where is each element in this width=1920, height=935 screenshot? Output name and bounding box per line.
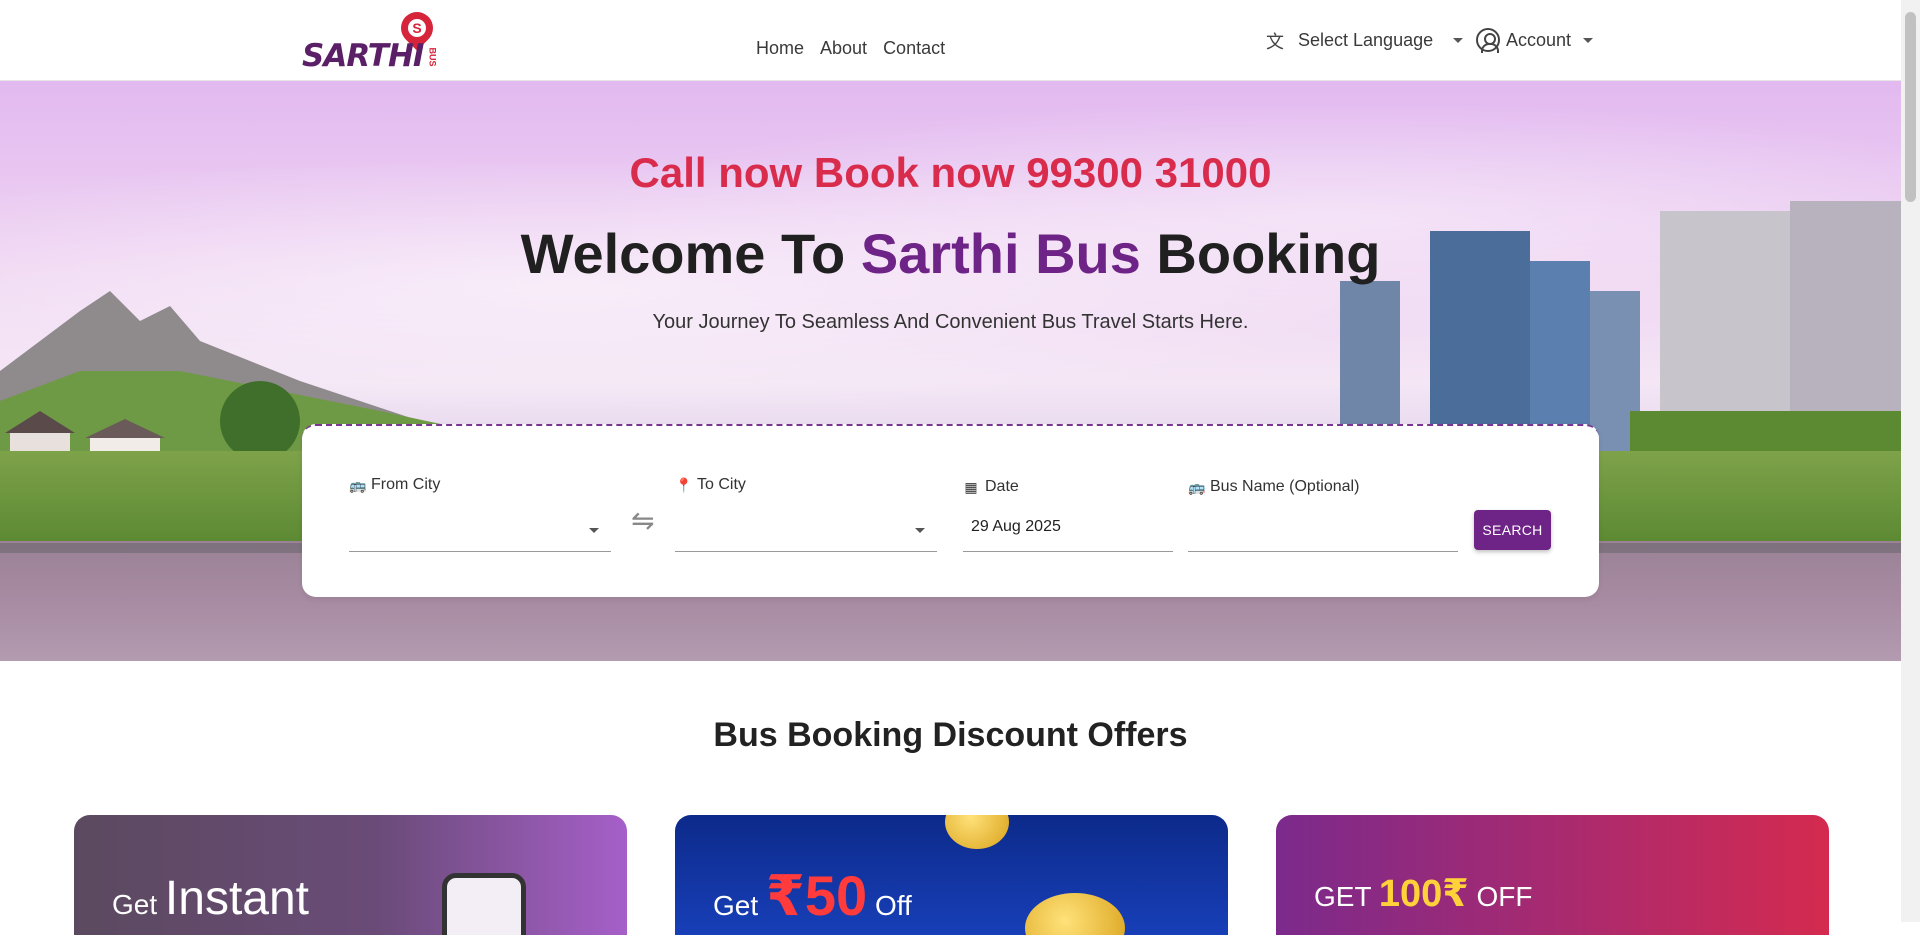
offer-amount: 100₹ [1378, 873, 1469, 915]
date-value: 29 Aug 2025 [971, 518, 1061, 535]
logo-sub: BUS [427, 47, 438, 67]
field-underline [963, 551, 1173, 552]
date-label: Date [985, 478, 1019, 495]
sarthi-bus-logo[interactable]: S SARTHI BUS [302, 5, 440, 74]
title-accent: Sarthi Bus [860, 222, 1141, 285]
date-label-row: ▦ Date [963, 478, 1173, 496]
site-header: S SARTHI BUS Home About Contact 文 Select… [0, 0, 1901, 81]
language-selector[interactable]: 文 Select Language [1266, 28, 1464, 52]
offer-post: Off [874, 890, 912, 921]
offer-main: Instant [164, 872, 310, 925]
coin-icon [945, 815, 1009, 849]
bus-name-label: Bus Name (Optional) [1210, 478, 1360, 495]
page-scrollbar[interactable] [1901, 0, 1920, 922]
search-button[interactable]: SEARCH [1474, 510, 1551, 550]
calendar-icon: ▦ [964, 478, 978, 495]
bus-icon: 🚌 [349, 476, 367, 493]
bus-name-input[interactable]: 🚌 Bus Name (Optional) [1188, 478, 1458, 552]
offer-card-instant[interactable]: Get Instant [74, 815, 627, 935]
offer-text: Get ₹50 Off [713, 863, 912, 929]
nav-home[interactable]: Home [756, 38, 804, 59]
to-city-label: To City [697, 476, 746, 493]
field-underline [675, 551, 937, 552]
user-circle-icon [1476, 28, 1500, 53]
nav-about[interactable]: About [820, 38, 867, 59]
translate-icon: 文 [1266, 32, 1284, 52]
hero-tagline: Your Journey To Seamless And Convenient … [652, 311, 1249, 333]
location-pin-icon: 📍 [675, 476, 693, 493]
to-city-select[interactable]: 📍 To City [675, 476, 937, 552]
date-input[interactable]: ▦ Date 29 Aug 2025 [963, 478, 1173, 552]
account-menu[interactable]: Account [1476, 28, 1594, 53]
field-underline [349, 551, 611, 552]
bus-icon: 🚌 [1188, 478, 1206, 495]
phone-illustration [442, 873, 526, 935]
to-city-label-row: 📍 To City [675, 476, 937, 494]
chevron-down-icon [1583, 37, 1594, 43]
nav-contact[interactable]: Contact [883, 38, 945, 59]
offer-pre: Get [112, 889, 158, 920]
page-title: Welcome To Sarthi Bus Booking [0, 221, 1901, 286]
offer-post: OFF [1476, 881, 1533, 912]
from-city-label-row: 🚌 From City [349, 476, 611, 494]
language-label: Select Language [1298, 29, 1434, 50]
offer-amount: ₹50 [765, 864, 868, 927]
swap-cities-icon[interactable]: ⇋ [631, 504, 654, 537]
chevron-down-icon [589, 528, 599, 533]
search-card: 🚌 From City ⇋ 📍 To City ▦ Date 29 Aug 20… [302, 424, 1599, 597]
call-now-banner: Call now Book now 99300 31000 [629, 149, 1272, 196]
field-underline [1188, 551, 1458, 552]
from-city-label: From City [371, 476, 441, 493]
offer-pre: Get [713, 890, 759, 921]
scrollbar-thumb[interactable] [1905, 12, 1916, 202]
main-nav: Home About Contact [756, 38, 945, 59]
chevron-down-icon [915, 528, 925, 533]
logo-wordmark: SARTHI [302, 38, 424, 74]
bus-name-label-row: 🚌 Bus Name (Optional) [1188, 478, 1458, 496]
offers-title: Bus Booking Discount Offers [713, 716, 1188, 754]
title-post: Booking [1140, 222, 1381, 285]
account-label: Account [1506, 29, 1572, 50]
offer-pre: GET [1314, 881, 1372, 912]
coin-icon [1025, 893, 1125, 935]
from-city-select[interactable]: 🚌 From City [349, 476, 611, 552]
offer-text: GET 100₹ OFF [1314, 871, 1532, 916]
chevron-down-icon [1453, 37, 1464, 43]
title-pre: Welcome To [520, 222, 861, 285]
offer-card-100-off[interactable]: GET 100₹ OFF [1276, 815, 1829, 935]
offer-text: Get Instant [112, 871, 309, 926]
offer-card-50-off[interactable]: Get ₹50 Off [675, 815, 1228, 935]
